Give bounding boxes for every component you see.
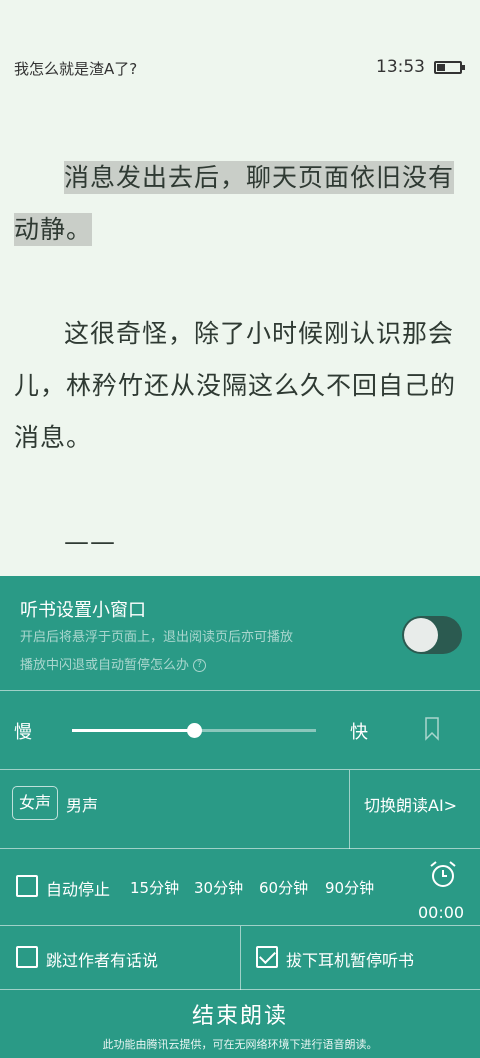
question-icon: ? [193,659,207,672]
slider-fill [72,729,194,732]
auto-stop-checkbox[interactable] [16,875,38,897]
paragraph: 这很奇怪，除了小时候刚认识那会儿，林矜竹还从没隔这么久不回自己的消息。 [14,319,457,452]
unplug-pause-checkbox[interactable] [256,946,278,968]
paragraph: —— [64,527,116,556]
clock: 13:53 [376,57,425,77]
floating-window-title: 听书设置小窗口 [20,600,146,621]
listen-settings-panel: 听书设置小窗口 开启后将悬浮于页面上，退出阅读页后亦可播放 播放中闪退或自动暂停… [0,576,480,1058]
floating-window-toggle[interactable] [402,616,462,654]
end-section: 结束朗读 此功能由腾讯云提供，可在无网络环境下进行语音朗读。 [0,990,480,1058]
divider [349,770,350,849]
alarm-clock-icon [430,861,456,887]
timer-option-30[interactable]: 30分钟 [194,877,243,898]
battery-icon [434,61,465,74]
voice-setting: 女声 男声 切换朗读AI> [0,770,480,849]
switch-ai-button[interactable]: 切换朗读AI> [364,792,457,816]
speed-slider[interactable] [72,723,316,738]
bookmark-icon[interactable] [424,717,440,741]
status-bar: 我怎么就是渣A了? 13:53 [0,0,480,134]
toggle-knob [404,618,438,652]
reader-content[interactable]: 消息发出去后，聊天页面依旧没有动静。 这很奇怪，除了小时候刚认识那会儿，林矜竹还… [0,134,480,576]
paragraph: 消息发出去后，聊天页面依旧没有动静。 [14,152,466,256]
help-link[interactable]: 播放中闪退或自动暂停怎么办? [20,654,207,673]
auto-stop-label: 自动停止 [46,880,111,899]
floating-window-setting: 听书设置小窗口 开启后将悬浮于页面上，退出阅读页后亦可播放 播放中闪退或自动暂停… [0,576,480,691]
highlighted-sentence: 消息发出去后，聊天页面依旧没有动静。 [14,161,455,246]
help-text: 播放中闪退或自动暂停怎么办 [20,658,190,673]
divider [240,926,241,990]
slider-thumb[interactable] [187,723,202,738]
book-title: 我怎么就是渣A了? [14,60,138,78]
timer-value: 00:00 [418,903,465,922]
playback-options: 跳过作者有话说 拔下耳机暂停听书 [0,926,480,990]
battery-fill [437,64,445,71]
unplug-pause-label: 拔下耳机暂停听书 [286,951,415,970]
speed-setting: 慢 快 [0,691,480,770]
timer-option-15[interactable]: 15分钟 [130,877,179,898]
footnote: 此功能由腾讯云提供，可在无网络环境下进行语音朗读。 [102,1038,378,1051]
timer-option-60[interactable]: 60分钟 [259,877,308,898]
voice-female-button[interactable]: 女声 [12,786,58,820]
skip-author-checkbox[interactable] [16,946,38,968]
auto-stop-setting: 自动停止 15分钟 30分钟 60分钟 90分钟 00:00 [0,849,480,926]
skip-author-label: 跳过作者有话说 [46,951,159,970]
speed-fast-label: 快 [350,722,368,743]
floating-window-desc: 开启后将悬浮于页面上，退出阅读页后亦可播放 [20,630,294,645]
speed-slow-label: 慢 [14,722,32,743]
voice-male-button[interactable]: 男声 [66,792,98,816]
timer-option-90[interactable]: 90分钟 [325,877,374,898]
end-reading-button[interactable]: 结束朗读 [0,998,480,1030]
